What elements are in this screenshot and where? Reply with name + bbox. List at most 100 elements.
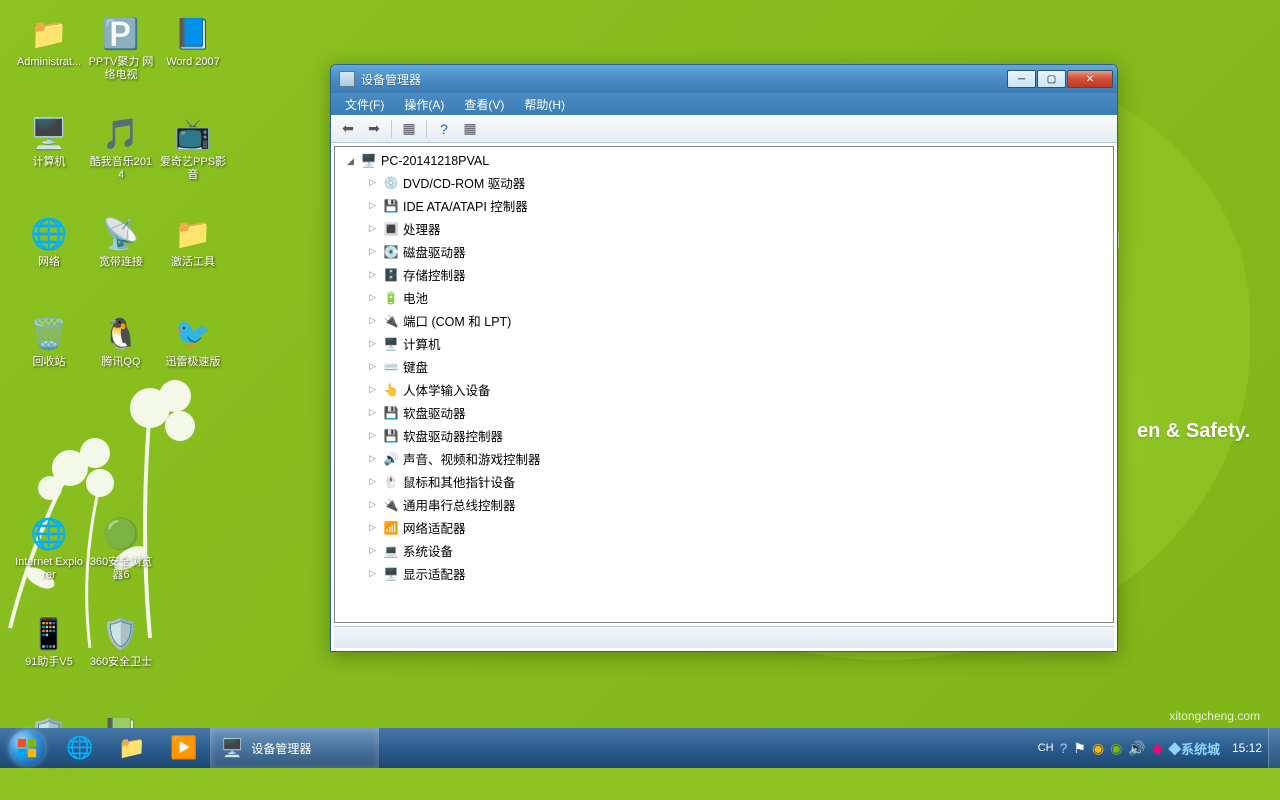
desktop-icon[interactable]: 🐧腾讯QQ [86,310,156,400]
expand-icon[interactable]: ▷ [369,269,379,280]
desktop-icon[interactable]: 🎵酷我音乐2014 [86,110,156,200]
app-icon: 🐧 [101,314,141,354]
folder-icon: 📁 [118,735,145,761]
expand-icon[interactable]: ▷ [369,223,379,234]
expand-icon[interactable]: ▷ [369,177,379,188]
desktop-icon[interactable]: 🌐Internet Explorer [14,510,84,600]
device-category-node[interactable]: ▷💻系统设备 [335,539,1113,562]
maximize-button[interactable]: ▢ [1037,70,1066,88]
device-category-node[interactable]: ▷👆人体学输入设备 [335,378,1113,401]
device-category-node[interactable]: ▷💽磁盘驱动器 [335,240,1113,263]
scan-hardware-button[interactable]: ▦ [459,118,481,140]
collapse-icon[interactable]: ◢ [347,156,357,167]
close-button[interactable]: ✕ [1067,70,1113,88]
taskbar-clock[interactable]: 15:12 [1226,741,1262,755]
expand-icon[interactable]: ▷ [369,430,379,441]
device-category-label: 端口 (COM 和 LPT) [403,311,511,330]
device-category-node[interactable]: ▷🖱️鼠标和其他指针设备 [335,470,1113,493]
minimize-button[interactable]: ─ [1007,70,1036,88]
desktop-icon[interactable]: 🛡️ 360安全卫士 [86,610,156,700]
device-category-label: 电池 [403,288,428,307]
tray-icon[interactable]: ◉ [1110,740,1122,757]
menu-view[interactable]: 查看(V) [456,94,512,115]
expand-icon[interactable]: ▷ [369,407,379,418]
back-button[interactable]: ⬅ [337,118,359,140]
start-button[interactable] [0,728,54,768]
help-button[interactable]: ? [433,118,455,140]
device-category-node[interactable]: ▷🗄️存储控制器 [335,263,1113,286]
desktop-icon-label: 迅雷极速版 [166,356,221,369]
desktop-icon-label: 宽带连接 [99,256,143,269]
pinned-ie[interactable]: 🌐 [54,728,106,768]
device-category-node[interactable]: ▷💾IDE ATA/ATAPI 控制器 [335,194,1113,217]
device-category-node[interactable]: ▷⌨️键盘 [335,355,1113,378]
desktop-icon[interactable]: 📁Administrat... [14,10,84,100]
desktop-icon[interactable]: 🐦 迅雷极速版 [158,310,228,400]
menu-action[interactable]: 操作(A) [396,94,452,115]
expand-icon[interactable]: ▷ [369,338,379,349]
desktop-icon[interactable]: 📡宽带连接 [86,210,156,300]
show-hide-console-button[interactable]: ▦ [398,118,420,140]
app-icon: 🗑️ [29,314,69,354]
app-icon: 🌐 [29,214,69,254]
expand-icon[interactable]: ▷ [369,522,379,533]
expand-icon[interactable]: ▷ [369,545,379,556]
expand-icon[interactable]: ▷ [369,453,379,464]
expand-icon[interactable]: ▷ [369,200,379,211]
system-tray: CH ? ⚑ ◉ ◉ 🔊 ◆ ◆系统城 15:12 [1032,728,1268,768]
device-category-node[interactable]: ▷💾软盘驱动器控制器 [335,424,1113,447]
language-indicator[interactable]: CH [1038,742,1054,754]
desktop-icon[interactable]: 📺爱奇艺PPS影音 [158,110,228,200]
device-category-node[interactable]: ▷🖥️计算机 [335,332,1113,355]
expand-icon[interactable]: ▷ [369,499,379,510]
show-desktop-button[interactable] [1268,728,1280,768]
device-tree-panel[interactable]: ◢🖥️PC-20141218PVAL▷💿DVD/CD-ROM 驱动器▷💾IDE … [334,146,1114,623]
expand-icon[interactable]: ▷ [369,246,379,257]
device-category-node[interactable]: ▷💿DVD/CD-ROM 驱动器 [335,171,1113,194]
tree-root-node[interactable]: ◢🖥️PC-20141218PVAL [335,151,1113,171]
expand-icon[interactable]: ▷ [369,292,379,303]
menu-file[interactable]: 文件(F) [337,94,392,115]
device-category-node[interactable]: ▷🖥️显示适配器 [335,562,1113,585]
app-icon: 🛡️ [101,614,141,654]
device-category-node[interactable]: ▷🔊声音、视频和游戏控制器 [335,447,1113,470]
app-icon: 🐦 [173,314,213,354]
app-icon: 🅿️ [101,14,141,54]
device-category-label: 键盘 [403,357,428,376]
device-category-node[interactable]: ▷🔌通用串行总线控制器 [335,493,1113,516]
desktop-icon[interactable]: 🖥️计算机 [14,110,84,200]
desktop-icon-label: 360安全卫士 [90,656,152,669]
device-category-icon: 💾 [383,198,399,214]
desktop-icon[interactable]: 🌐 网络 [14,210,84,300]
device-category-node[interactable]: ▷🔳处理器 [335,217,1113,240]
device-category-label: 磁盘驱动器 [403,242,466,261]
tray-icon[interactable]: ◉ [1092,740,1104,757]
action-center-icon[interactable]: ⚑ [1073,740,1086,757]
expand-icon[interactable]: ▷ [369,384,379,395]
expand-icon[interactable]: ▷ [369,476,379,487]
device-category-node[interactable]: ▷🔌端口 (COM 和 LPT) [335,309,1113,332]
desktop-icon[interactable]: 🟢360安全浏览器6 [86,510,156,600]
forward-button[interactable]: ➡ [363,118,385,140]
taskbar-item-device-manager[interactable]: 🖥️ 设备管理器 [210,728,380,768]
desktop-icon[interactable]: 📘Word 2007 [158,10,228,100]
device-category-node[interactable]: ▷📶网络适配器 [335,516,1113,539]
desktop-icon[interactable]: 📁激活工具 [158,210,228,300]
desktop-icon[interactable]: 🗑️回收站 [14,310,84,400]
pinned-media-player[interactable]: ▶️ [158,728,210,768]
pinned-explorer[interactable]: 📁 [106,728,158,768]
expand-icon[interactable]: ▷ [369,361,379,372]
menu-help[interactable]: 帮助(H) [516,94,573,115]
expand-icon[interactable]: ▷ [369,568,379,579]
window-titlebar[interactable]: 设备管理器 ─ ▢ ✕ [331,65,1117,93]
desktop-icon-label: 网络 [38,256,60,269]
desktop-icon[interactable]: 📱91助手V5 [14,610,84,700]
desktop-icon[interactable]: 🅿️PPTV聚力 网络电视 [86,10,156,100]
device-category-node[interactable]: ▷💾软盘驱动器 [335,401,1113,424]
device-category-node[interactable]: ▷🔋电池 [335,286,1113,309]
expand-icon[interactable]: ▷ [369,315,379,326]
help-tray-icon[interactable]: ? [1060,740,1068,756]
speaker-icon[interactable]: 🔊 [1128,740,1145,757]
tray-icon[interactable]: ◆ [1152,740,1163,757]
device-manager-icon: 🖥️ [221,738,243,759]
